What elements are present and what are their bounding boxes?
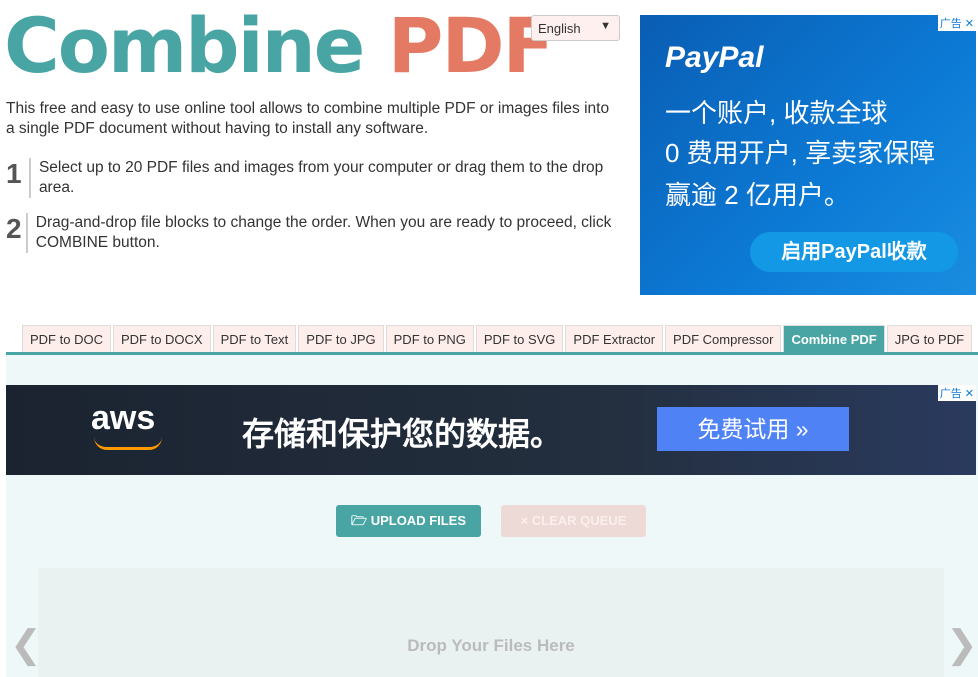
- paypal-logo: PayPal: [665, 41, 764, 74]
- tab-pdf-to-doc[interactable]: PDF to DOC: [22, 325, 111, 353]
- chevron-down-icon: ▼: [600, 20, 611, 32]
- close-icon: ×: [520, 513, 532, 528]
- ad-close-icon[interactable]: 广告 ✕: [937, 15, 976, 31]
- logo[interactable]: Combine PDF: [4, 6, 554, 86]
- aws-ad[interactable]: 广告 ✕ aws 存储和保护您的数据。 免费试用 »: [6, 385, 976, 475]
- ad-close-icon[interactable]: 广告 ✕: [937, 385, 976, 401]
- clear-queue-button[interactable]: × CLEAR QUEUE: [501, 505, 646, 537]
- language-select[interactable]: English ▼: [531, 15, 620, 41]
- tool-tabs: PDF to DOC PDF to DOCX PDF to Text PDF t…: [22, 325, 973, 353]
- tab-jpg-to-pdf[interactable]: JPG to PDF: [886, 325, 973, 353]
- step-2: 2 Drag-and-drop file blocks to change the…: [6, 213, 616, 253]
- step-1: 1 Select up to 20 PDF files and images fr…: [6, 158, 616, 198]
- next-arrow-icon[interactable]: ❯: [946, 622, 978, 667]
- intro-text: This free and easy to use online tool al…: [6, 100, 610, 137]
- aws-logo: aws: [91, 399, 156, 437]
- aws-smile-icon: [94, 437, 162, 450]
- tab-pdf-compressor[interactable]: PDF Compressor: [665, 325, 782, 353]
- paypal-ad-button[interactable]: 启用PayPal收款: [750, 232, 958, 272]
- tab-pdf-to-jpg[interactable]: PDF to JPG: [298, 325, 384, 353]
- folder-open-icon: 🗁: [350, 513, 371, 528]
- prev-arrow-icon[interactable]: ❮: [10, 622, 42, 667]
- tab-pdf-to-png[interactable]: PDF to PNG: [385, 325, 474, 353]
- tab-pdf-to-docx[interactable]: PDF to DOCX: [112, 325, 211, 353]
- aws-ad-button[interactable]: 免费试用 »: [657, 407, 849, 451]
- tab-pdf-to-svg[interactable]: PDF to SVG: [475, 325, 564, 353]
- drop-area[interactable]: Drop Your Files Here: [38, 568, 944, 677]
- tab-pdf-extractor[interactable]: PDF Extractor: [565, 325, 664, 353]
- tab-pdf-to-text[interactable]: PDF to Text: [212, 325, 297, 353]
- upload-files-button[interactable]: 🗁 UPLOAD FILES: [336, 505, 481, 537]
- paypal-ad[interactable]: 广告 ✕ PayPal 一个账户, 收款全球 0 费用开户, 享卖家保障 赢逾 …: [640, 15, 976, 295]
- tab-combine-pdf[interactable]: Combine PDF: [783, 325, 885, 353]
